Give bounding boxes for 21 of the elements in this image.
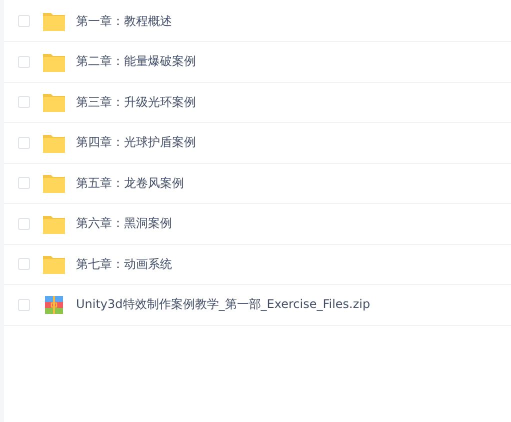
folder-icon xyxy=(43,10,65,32)
checkbox[interactable] xyxy=(18,96,30,108)
checkbox[interactable] xyxy=(18,258,30,270)
file-name[interactable]: 第四章：光球护盾案例 xyxy=(76,134,196,152)
checkbox[interactable] xyxy=(18,56,30,68)
checkbox[interactable] xyxy=(18,298,30,311)
checkbox[interactable] xyxy=(18,218,30,230)
file-name[interactable]: 第七章：动画系统 xyxy=(76,256,172,273)
file-name[interactable]: 第六章：黑洞案例 xyxy=(76,215,172,232)
file-name[interactable]: 第二章：能量爆破案例 xyxy=(76,53,196,70)
checkbox[interactable] xyxy=(18,136,30,149)
file-name[interactable]: 第三章：升级光环案例 xyxy=(76,94,196,111)
folder-icon xyxy=(43,91,65,114)
folder-icon xyxy=(43,253,65,276)
file-name[interactable]: 第一章：教程概述 xyxy=(76,12,172,30)
file-name[interactable]: Unity3d特效制作案例教学_第一部_Exercise_Files.zip xyxy=(76,296,370,314)
folder-icon xyxy=(43,172,65,194)
checkbox[interactable] xyxy=(18,15,30,28)
checkbox[interactable] xyxy=(18,177,30,190)
archive-icon xyxy=(43,294,65,316)
file-name[interactable]: 第五章：龙卷风案例 xyxy=(76,174,184,192)
